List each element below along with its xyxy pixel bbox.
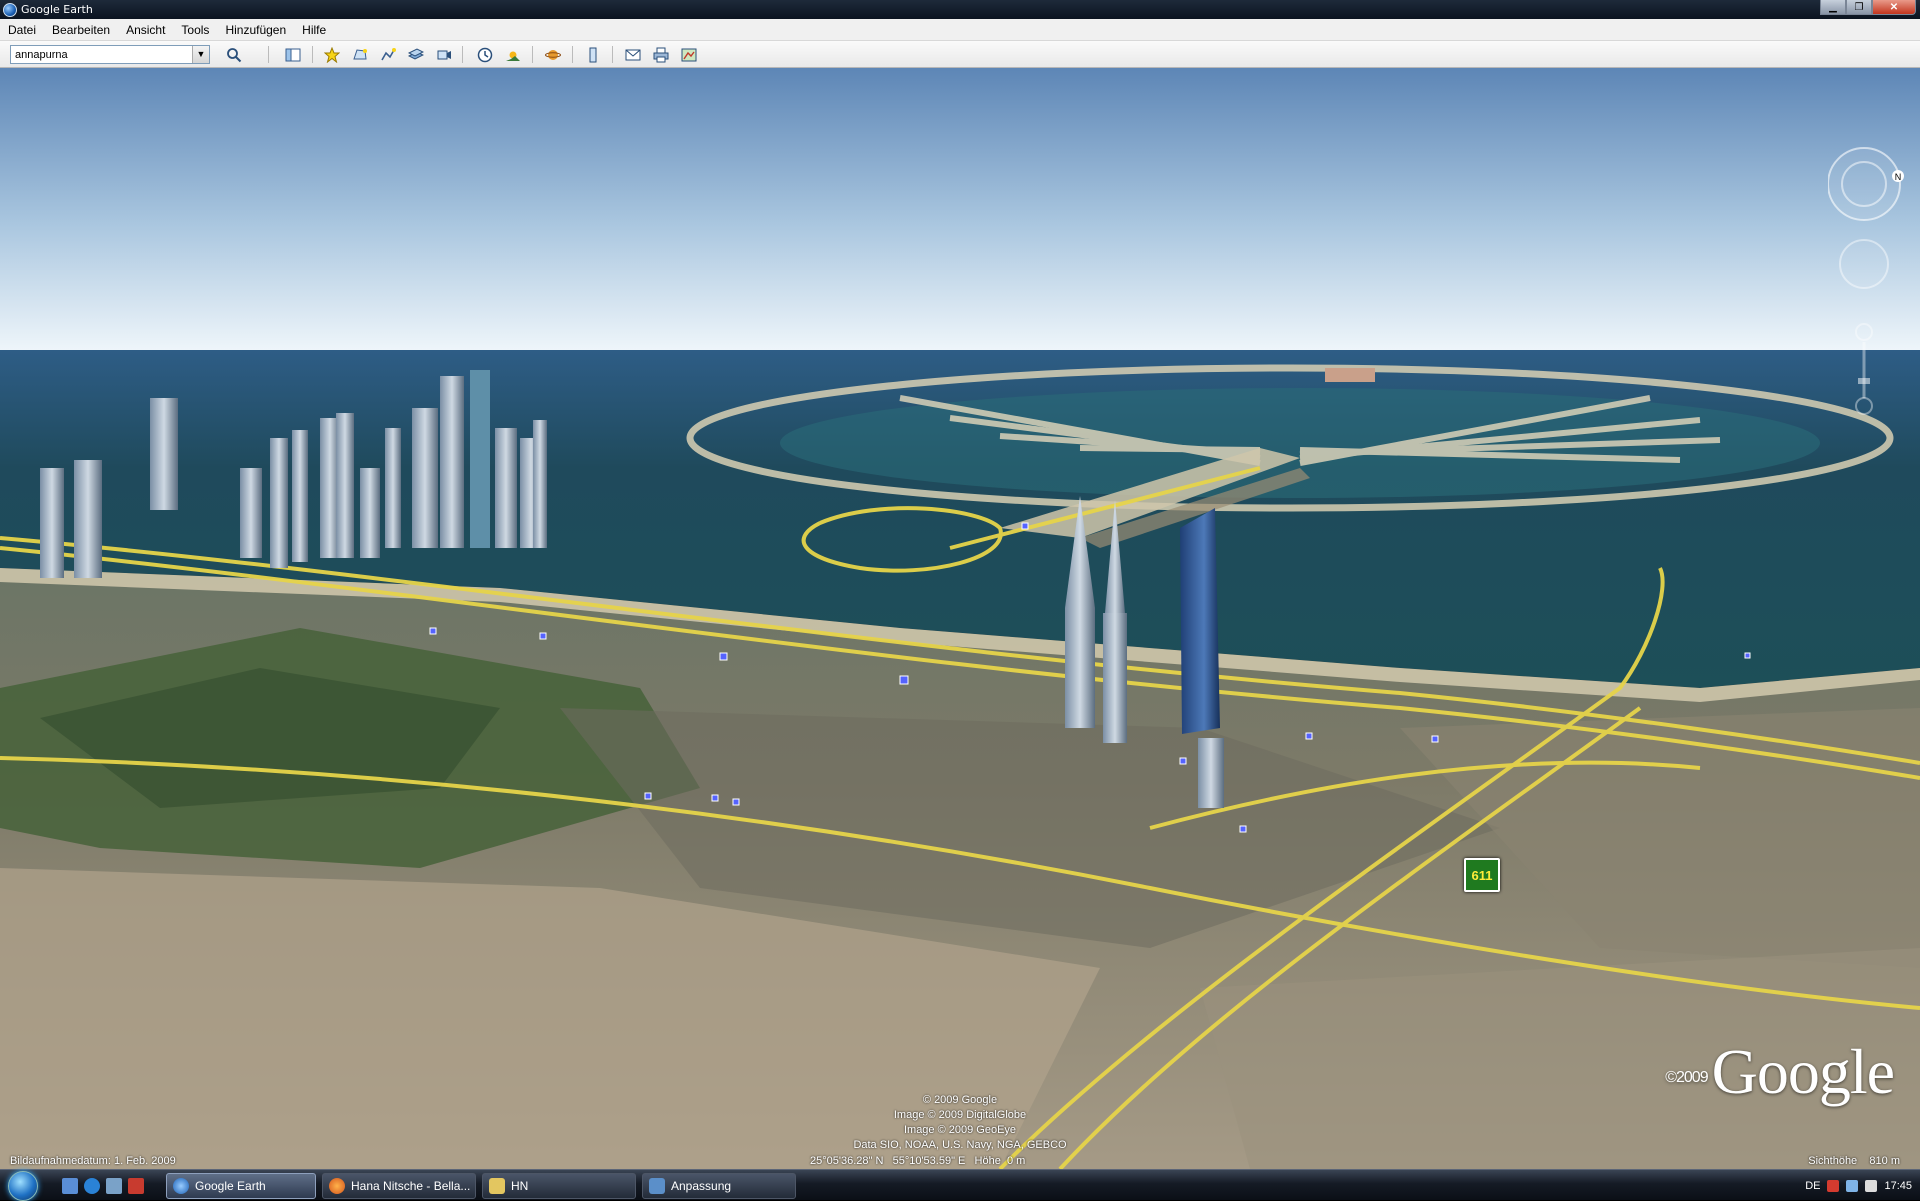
coordinates-readout: 25°05'36.28" N 55°10'53.59" E Höhe 0 m (810, 1155, 1026, 1167)
sunlight-icon (506, 51, 520, 61)
polygon-icon (353, 48, 367, 59)
sidebar-button[interactable] (281, 44, 305, 65)
toolbar: ▼ (0, 41, 1920, 68)
planet-icon (545, 49, 561, 60)
firefox-icon (329, 1178, 345, 1194)
search-button[interactable] (222, 44, 246, 65)
historical-imagery-button[interactable] (473, 44, 497, 65)
window-title: Google Earth (21, 3, 93, 16)
move-joystick[interactable] (1839, 239, 1889, 289)
record-tour-icon (437, 50, 451, 59)
eye-altitude: Sichthöhe 810 m (1808, 1155, 1900, 1167)
taskbar: Google Earth Hana Nitsche - Bella... HN … (0, 1169, 1920, 1201)
view-in-maps-icon (681, 48, 697, 61)
menu-bar: Datei Bearbeiten Ansicht Tools Hinzufüge… (0, 19, 1920, 41)
google-earth-icon (3, 2, 17, 17)
internet-explorer-icon[interactable] (84, 1178, 100, 1194)
folder-icon (489, 1178, 505, 1194)
print-icon (653, 47, 669, 62)
search-icon (227, 47, 242, 62)
menu-tools[interactable]: Tools (173, 23, 217, 37)
menu-hinzufuegen[interactable]: Hinzufügen (217, 23, 294, 37)
start-button[interactable] (8, 1171, 38, 1201)
zoom-slider[interactable] (1855, 323, 1873, 415)
volume-icon[interactable] (1865, 1179, 1878, 1192)
email-button[interactable] (621, 44, 645, 65)
acrobat-icon[interactable] (128, 1178, 144, 1194)
add-placemark-button[interactable] (320, 44, 344, 65)
window-switch-icon[interactable] (106, 1178, 122, 1194)
email-icon (625, 49, 641, 60)
sidebar-icon (285, 48, 301, 61)
compass-north-label: N (1895, 172, 1902, 182)
menu-datei[interactable]: Datei (0, 23, 44, 37)
road-sign-marker[interactable]: 611 (1464, 858, 1500, 892)
print-button[interactable] (649, 44, 673, 65)
network-icon[interactable] (1846, 1179, 1859, 1192)
taskbar-item-hn[interactable]: HN (482, 1173, 636, 1199)
clock[interactable]: 17:45 (1884, 1180, 1912, 1192)
sunlight-button[interactable] (501, 44, 525, 65)
view-in-maps-button[interactable] (677, 44, 701, 65)
menu-ansicht[interactable]: Ansicht (118, 23, 173, 37)
path-icon (381, 47, 396, 60)
imagery-date: Bildaufnahmedatum: 1. Feb. 2009 (10, 1155, 176, 1167)
tray-acrobat-icon[interactable] (1827, 1179, 1840, 1192)
planet-switch-button[interactable] (541, 44, 565, 65)
google-logo: ©2009Google (1665, 1036, 1895, 1107)
placemark-icon (324, 46, 340, 63)
quick-launch (62, 1178, 144, 1194)
menu-bearbeiten[interactable]: Bearbeiten (44, 23, 118, 37)
add-path-button[interactable] (376, 44, 400, 65)
search-input[interactable] (10, 45, 210, 64)
navigation-controls: N (1827, 146, 1908, 421)
system-tray: DE 17:45 (1790, 1170, 1920, 1201)
ruler-icon (589, 47, 597, 62)
language-indicator[interactable]: DE (1805, 1180, 1820, 1192)
historical-imagery-icon (477, 47, 493, 62)
control-panel-icon (649, 1178, 665, 1194)
search-dropdown-button[interactable]: ▼ (192, 46, 209, 63)
window-controls: ▁ ❐ ✕ (1820, 0, 1916, 15)
menu-hilfe[interactable]: Hilfe (294, 23, 334, 37)
taskbar-item-google-earth[interactable]: Google Earth (166, 1173, 316, 1199)
title-bar: Google Earth ▁ ❐ ✕ (0, 0, 1920, 19)
show-desktop-icon[interactable] (62, 1178, 78, 1194)
restore-button[interactable]: ❐ (1846, 0, 1872, 15)
earth-3d-view[interactable]: N 611 © 2009 Google Image © 2009 Digital… (0, 68, 1920, 1169)
taskbar-item-anpassung[interactable]: Anpassung (642, 1173, 796, 1199)
look-joystick[interactable] (1827, 147, 1901, 221)
add-overlay-button[interactable] (404, 44, 428, 65)
ruler-button[interactable] (581, 44, 605, 65)
overlay-icon (408, 47, 424, 60)
taskbar-item-firefox[interactable]: Hana Nitsche - Bella... (322, 1173, 476, 1199)
minimize-button[interactable]: ▁ (1820, 0, 1846, 15)
record-tour-button[interactable] (432, 44, 456, 65)
close-button[interactable]: ✕ (1872, 0, 1916, 15)
terrain-scene (0, 68, 1920, 1169)
attribution: © 2009 Google Image © 2009 DigitalGlobe … (853, 1094, 1067, 1151)
add-polygon-button[interactable] (348, 44, 372, 65)
google-earth-icon (173, 1178, 189, 1194)
